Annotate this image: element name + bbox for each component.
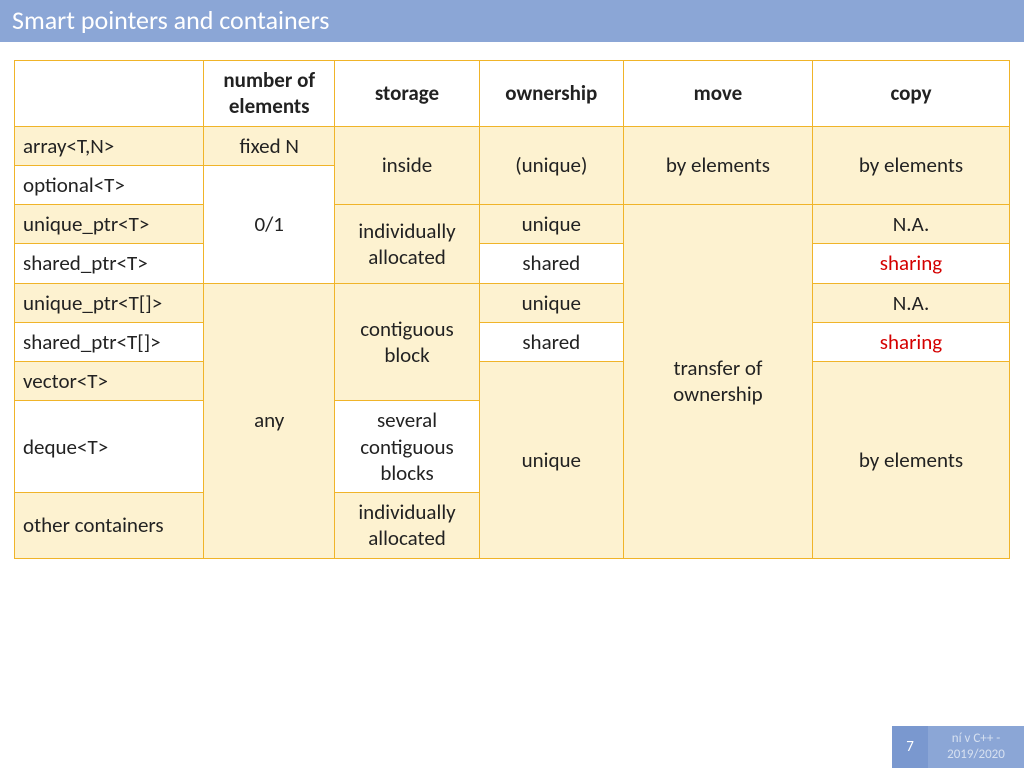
row-other: other containers [15,493,204,559]
cell-ownership-unique-2: unique [479,283,623,322]
header-storage: storage [335,61,479,127]
header-ownership: ownership [479,61,623,127]
row-unique-ptr: unique_ptr<T> [15,205,204,244]
header-copy: copy [812,61,1009,127]
footer-line1: ní v C++ - [952,731,1000,747]
footer-text: ní v C++ - 2019/2020 [928,726,1024,768]
cell-ownership-shared-2: shared [479,322,623,361]
cell-copy-na-2: N.A. [812,283,1009,322]
row-shared-ptr-arr: shared_ptr<T[]> [15,322,204,361]
row-optional: optional<T> [15,165,204,204]
cell-zero-one: 0/1 [204,165,335,283]
cell-storage-contiguous: contiguous block [335,283,479,401]
slide-footer: 7 ní v C++ - 2019/2020 [0,726,1024,768]
cell-any: any [204,283,335,558]
row-shared-ptr: shared_ptr<T> [15,244,204,283]
cell-copy-by-elements-1: by elements [812,126,1009,205]
page-number: 7 [892,726,928,768]
header-blank [15,61,204,127]
comparison-table: number of elements storage ownership mov… [14,60,1010,559]
cell-ownership-unique-3: unique [479,362,623,559]
cell-move-transfer: transfer of ownership [623,205,812,559]
cell-storage-individually-2: individually allocated [335,493,479,559]
cell-storage-several: several contiguous blocks [335,401,479,493]
row-array: array<T,N> [15,126,204,165]
cell-move-by-elements: by elements [623,126,812,205]
slide-title: Smart pointers and containers [0,0,1024,42]
cell-fixed-n: fixed N [204,126,335,165]
cell-copy-sharing-1: sharing [812,244,1009,283]
cell-copy-sharing-2: sharing [812,322,1009,361]
cell-storage-inside: inside [335,126,479,205]
row-unique-ptr-arr: unique_ptr<T[]> [15,283,204,322]
cell-ownership-unique-1: unique [479,205,623,244]
header-num-elements: number of elements [204,61,335,127]
cell-ownership-unique-paren: (unique) [479,126,623,205]
footer-line2: 2019/2020 [947,747,1005,763]
slide-content: number of elements storage ownership mov… [0,42,1024,577]
cell-storage-individually-1: individually allocated [335,205,479,284]
row-vector: vector<T> [15,362,204,401]
cell-ownership-shared-1: shared [479,244,623,283]
cell-copy-by-elements-2: by elements [812,362,1009,559]
row-deque: deque<T> [15,401,204,493]
header-move: move [623,61,812,127]
cell-copy-na-1: N.A. [812,205,1009,244]
